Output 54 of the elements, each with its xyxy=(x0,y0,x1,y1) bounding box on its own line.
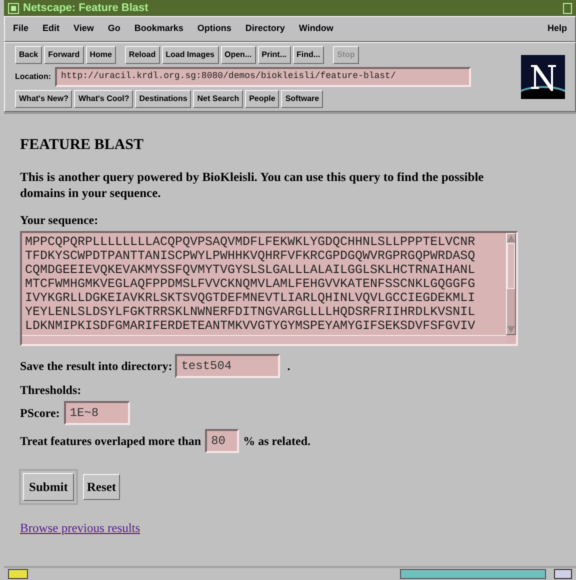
menu-item[interactable]: Help xyxy=(547,22,567,36)
toolbar-button[interactable]: Open... xyxy=(220,46,256,64)
menu-item[interactable]: Go xyxy=(108,22,120,36)
menu-item[interactable]: Bookmarks xyxy=(134,22,184,36)
sequence-label: Your sequence: xyxy=(20,212,100,228)
page-heading: FEATURE BLAST xyxy=(20,136,145,155)
directory-button[interactable]: People xyxy=(245,90,280,108)
security-key-icon xyxy=(8,569,28,579)
browse-results-link[interactable]: Browse previous results xyxy=(20,519,140,538)
pscore-input[interactable]: 1E~8 xyxy=(64,400,130,424)
intro-paragraph: This is another query powered by BioKleisli. You can use this query to find the possible domains in your sequence. xyxy=(20,168,485,200)
window-menu-icon[interactable] xyxy=(8,2,19,14)
sequence-line: YEYLENLSLDSYLFGKTRRSKLNWNERFDITNGVARGLLLLHQDSRFRIIHRDLKVSNIL xyxy=(25,304,476,318)
sequence-line: MTCFWMHGMKVEGLAQFPPDMSLFVVCKNQMVLAMLFEHGVVKATENFSSCNKLGQGGFG xyxy=(25,276,476,290)
save-label: Save the result into directory: xyxy=(20,358,172,374)
mail-icon xyxy=(554,569,572,579)
window-title: Netscape: Feature Blast xyxy=(23,0,150,16)
overlap-label: Treat features overlaped more than xyxy=(20,432,202,450)
directory-button[interactable]: Net Search xyxy=(193,90,244,108)
menu-item[interactable]: Edit xyxy=(42,22,60,36)
toolbar-button[interactable]: Find... xyxy=(292,46,324,64)
thresholds-label: Thresholds: xyxy=(20,382,82,398)
menu-item[interactable]: Window xyxy=(298,22,334,36)
menu-item[interactable]: Options xyxy=(197,22,232,36)
menu-item[interactable]: File xyxy=(13,22,29,36)
toolbar-button[interactable]: Forward xyxy=(44,46,84,64)
sequence-textarea[interactable] xyxy=(20,230,518,346)
maximize-icon[interactable] xyxy=(563,2,572,14)
horizontal-scrollbar[interactable] xyxy=(22,334,506,344)
overlap-suffix: % as related. xyxy=(243,432,311,450)
directory-button[interactable]: What's New? xyxy=(15,90,72,108)
directory-input[interactable]: test504 xyxy=(175,354,280,378)
sequence-line: TFDKYSCWPDTPANTTANISCPWYLPWHHKVQHRFVFKRCGPDGQWVRGPRGQPWRDASQ xyxy=(25,248,476,262)
period-text: . xyxy=(287,358,290,374)
toolbar-button[interactable]: Load Images xyxy=(162,46,218,64)
sequence-line: LDKNMIPKISDFGMARIFERDETEANTMKVVGTYGYMSPEYAMYGIFSEKSDVFSFGVIV xyxy=(25,318,476,332)
toolbar-button[interactable]: Reload xyxy=(124,46,160,64)
toolbar-button[interactable]: Home xyxy=(86,46,116,64)
sequence-line: CQMDGEEIEVQKEVAKMYSSFQVMYTVGYSLSLGALLLALAILGGLSKLHCTRNAIHANL xyxy=(25,262,476,276)
directory-button[interactable]: Software xyxy=(281,90,324,108)
directory-button[interactable]: Destinations xyxy=(135,90,192,108)
location-label: Location: xyxy=(15,71,51,83)
menu-item[interactable]: Directory xyxy=(245,22,285,36)
menu-item[interactable]: View xyxy=(74,22,94,36)
toolbar-button[interactable]: Back xyxy=(15,46,42,64)
location-field[interactable]: http://uracil.krdl.org.sg:8080/demos/biokleisli/feature-blast/ xyxy=(55,67,471,87)
pscore-label: PScore: xyxy=(20,404,60,422)
sequence-line: MPPCQPQRPLLLLLLLLACQPQVPSAQVMDFLFEKWKLYGDQCHHNLSLLPPPTELVCNR xyxy=(25,234,476,248)
toolbar-button[interactable]: Print... xyxy=(258,46,291,64)
overlap-input[interactable]: 80 xyxy=(205,428,240,452)
netscape-logo-icon xyxy=(521,55,565,99)
directory-button[interactable]: What's Cool? xyxy=(74,90,134,108)
reset-button[interactable]: Reset xyxy=(82,474,120,500)
sequence-line: IVYKGRLLDGKEIAVKRLSKTSVQGTDEFMNEVTLIARLQHINLVQVLGCCIEGDEKMLI xyxy=(25,290,476,304)
